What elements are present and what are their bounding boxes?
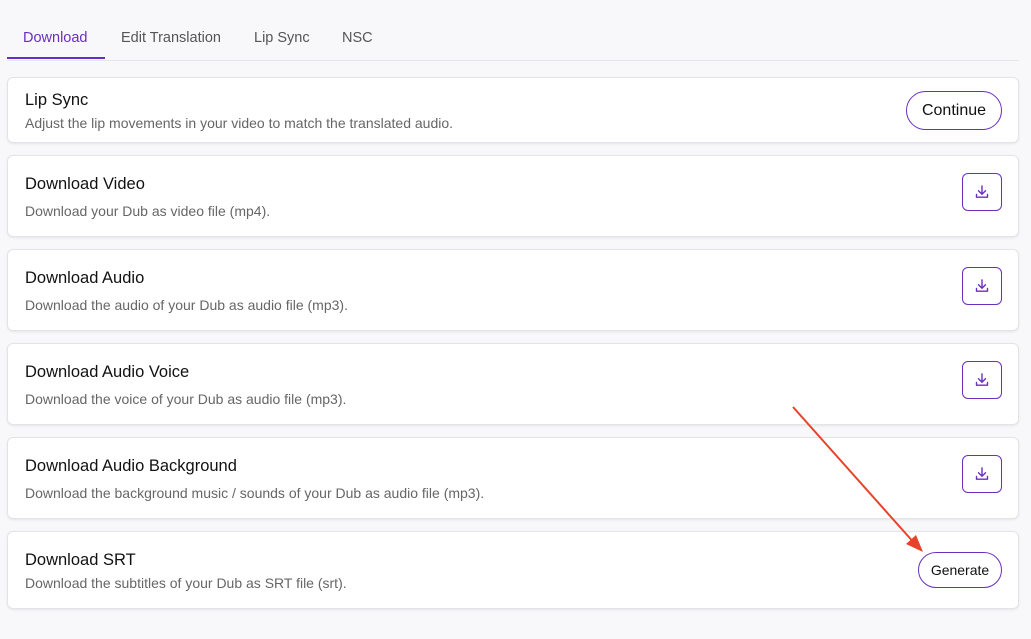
tab-edit-translation[interactable]: Edit Translation [121,30,221,46]
download-audio-title: Download Audio [25,269,145,287]
download-audio-voice-button[interactable] [962,361,1002,399]
tab-lip-sync[interactable]: Lip Sync [254,30,310,46]
download-video-description: Download your Dub as video file (mp4). [25,203,271,219]
generate-button[interactable]: Generate [918,552,1002,588]
download-audio-background-card: Download Audio Background Download the b… [7,437,1019,519]
download-audio-background-description: Download the background music / sounds o… [25,485,485,501]
download-audio-background-title: Download Audio Background [25,457,237,475]
download-icon [975,467,989,480]
download-audio-button[interactable] [962,267,1002,305]
download-icon [975,373,989,386]
download-audio-voice-card: Download Audio Voice Download the voice … [7,343,1019,425]
tab-nsc[interactable]: NSC [342,30,373,46]
lip-sync-card: Lip Sync Adjust the lip movements in you… [7,77,1019,143]
download-srt-title: Download SRT [25,551,136,569]
download-video-button[interactable] [962,173,1002,211]
download-video-title: Download Video [25,175,145,193]
tab-bar: Download Edit Translation Lip Sync NSC [7,0,1019,61]
download-audio-description: Download the audio of your Dub as audio … [25,297,348,313]
download-srt-card: Download SRT Download the subtitles of y… [7,531,1019,609]
download-icon [975,279,989,292]
download-audio-card: Download Audio Download the audio of you… [7,249,1019,331]
download-audio-voice-description: Download the voice of your Dub as audio … [25,391,347,407]
download-srt-description: Download the subtitles of your Dub as SR… [25,575,347,591]
lip-sync-description: Adjust the lip movements in your video t… [25,115,454,131]
download-icon [975,185,989,198]
continue-button[interactable]: Continue [906,91,1002,130]
download-audio-background-button[interactable] [962,455,1002,493]
download-video-card: Download Video Download your Dub as vide… [7,155,1019,237]
active-tab-indicator [7,57,105,59]
lip-sync-title: Lip Sync [25,91,89,109]
download-audio-voice-title: Download Audio Voice [25,363,190,381]
tab-download[interactable]: Download [23,30,88,46]
